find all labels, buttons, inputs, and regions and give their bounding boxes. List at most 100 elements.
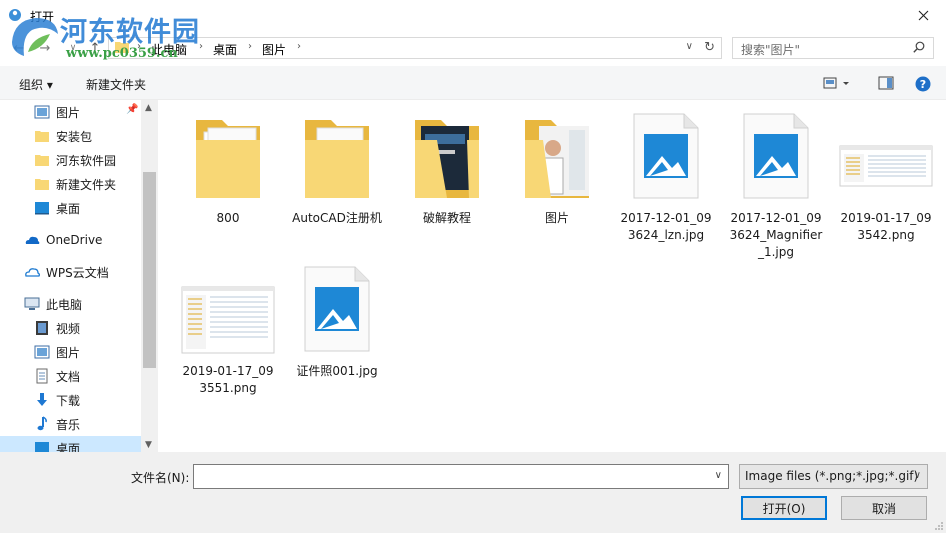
sidebar-item-downloads[interactable]: 下载 xyxy=(0,388,142,412)
this-pc-icon xyxy=(24,296,40,312)
image-file-icon xyxy=(726,110,826,206)
address-bar[interactable]: › 此电脑 › 桌面 › 图片 › ∨ ↻ xyxy=(108,37,722,59)
watermark-logo-icon xyxy=(12,18,58,56)
sidebar-item-music[interactable]: 音乐 xyxy=(0,412,142,436)
sidebar-item-pictures[interactable]: 图片 xyxy=(0,340,142,364)
breadcrumb-separator-icon: › xyxy=(248,41,252,52)
address-dropdown-icon[interactable]: ∨ xyxy=(686,41,693,52)
navigation-pane: 图片 📌 安装包 河东软件园 新建文件夹 桌面 OneDrive WPS云文档 … xyxy=(0,100,158,452)
watermark-url: www.pc0359.cn xyxy=(66,46,178,61)
image-file-icon xyxy=(287,263,387,359)
sidebar-item-desktop-quick[interactable]: 桌面 xyxy=(0,196,142,220)
folder-icon xyxy=(287,110,387,206)
sidebar-item-new-folder[interactable]: 新建文件夹 xyxy=(0,172,142,196)
sidebar-item-label: 图片 xyxy=(56,105,81,120)
file-name: 破解教程 xyxy=(422,211,471,225)
sidebar-item-documents[interactable]: 文档 xyxy=(0,364,142,388)
resize-grip-icon[interactable] xyxy=(934,521,944,531)
file-item[interactable]: 800 xyxy=(178,110,278,227)
sidebar-item-label: 桌面 xyxy=(56,201,81,216)
file-item[interactable]: AutoCAD注册机 xyxy=(287,110,387,227)
sidebar-item-label: 下载 xyxy=(56,393,81,408)
image-file-icon xyxy=(616,110,716,206)
file-item[interactable]: 2019-01-17_093542.png xyxy=(836,110,936,244)
screenshot-thumbnail-icon xyxy=(836,110,936,206)
folder-icon xyxy=(34,176,50,192)
file-name: 证件照001.jpg xyxy=(296,364,378,378)
file-name: AutoCAD注册机 xyxy=(292,211,382,225)
command-toolbar: 组织 ▾ 新建文件夹 ? xyxy=(0,66,946,100)
sidebar-item-this-pc[interactable]: 此电脑 xyxy=(0,292,142,316)
breadcrumb-desktop[interactable]: 桌面 xyxy=(213,41,237,58)
sidebar-item-installer[interactable]: 安装包 xyxy=(0,124,142,148)
refresh-icon[interactable]: ↻ xyxy=(704,40,715,55)
filename-label: 文件名(N): xyxy=(131,471,190,485)
sidebar-item-label: 图片 xyxy=(56,345,81,360)
folder-icon xyxy=(507,110,607,206)
open-button[interactable]: 打开(O) xyxy=(741,496,827,520)
screenshot-thumbnail-icon xyxy=(178,263,278,359)
sidebar-item-label: 桌面 xyxy=(56,441,81,453)
sidebar-item-videos[interactable]: 视频 xyxy=(0,316,142,340)
file-item[interactable]: 2017-12-01_093624_lzn.jpg xyxy=(616,110,716,244)
file-view: 800 AutoCAD注册机 破解教程 图片 2017-12-01_093624… xyxy=(158,100,946,452)
new-folder-button[interactable]: 新建文件夹 xyxy=(86,76,146,93)
breadcrumb-pictures[interactable]: 图片 xyxy=(262,41,286,58)
sidebar-item-desktop[interactable]: 桌面 xyxy=(0,436,142,452)
sidebar-item-hedong[interactable]: 河东软件园 xyxy=(0,148,142,172)
file-name: 800 xyxy=(216,211,240,225)
file-name: 2019-01-17_093542.png xyxy=(840,211,932,242)
videos-icon xyxy=(34,320,50,336)
cancel-button[interactable]: 取消 xyxy=(841,496,927,520)
organize-menu[interactable]: 组织 ▾ xyxy=(19,76,53,93)
folder-icon xyxy=(178,110,278,206)
sidebar-item-label: OneDrive xyxy=(46,233,103,247)
sidebar-item-label: 新建文件夹 xyxy=(56,177,117,192)
folder-icon xyxy=(34,152,50,168)
file-item[interactable]: 2019-01-17_093551.png xyxy=(178,263,278,397)
pictures-icon xyxy=(34,104,50,120)
sidebar-item-label: 视频 xyxy=(56,321,81,336)
scroll-up-icon[interactable]: ▲ xyxy=(145,103,152,113)
chevron-down-icon[interactable]: ∨ xyxy=(715,470,722,481)
sidebar-scrollbar[interactable]: ▲ ▼ xyxy=(141,100,158,452)
filetype-value: Image files (*.png;*.jpg;*.gif) xyxy=(745,469,919,483)
sidebar-item-pictures-quick[interactable]: 图片 📌 xyxy=(0,100,142,124)
search-placeholder: 搜索"图片" xyxy=(741,43,801,57)
close-icon xyxy=(918,10,928,20)
downloads-icon xyxy=(34,392,50,408)
sidebar-item-wps-cloud[interactable]: WPS云文档 xyxy=(0,260,142,284)
file-item[interactable]: 图片 xyxy=(507,110,607,227)
pin-icon[interactable]: 📌 xyxy=(126,104,138,115)
dialog-footer: 文件名(N): ∨ Image files (*.png;*.jpg;*.gif… xyxy=(0,452,946,533)
desktop-icon xyxy=(34,200,50,216)
onedrive-icon xyxy=(24,232,40,248)
close-button[interactable] xyxy=(900,0,946,30)
file-name: 2017-12-01_093624_lzn.jpg xyxy=(620,211,712,242)
pictures-icon xyxy=(34,344,50,360)
help-icon[interactable]: ? xyxy=(915,76,931,95)
sidebar-item-label: 文档 xyxy=(56,369,81,384)
documents-icon xyxy=(34,368,50,384)
filename-input[interactable]: ∨ xyxy=(193,464,729,489)
desktop-icon xyxy=(34,440,50,452)
file-item[interactable]: 证件照001.jpg xyxy=(287,263,387,380)
sidebar-item-onedrive[interactable]: OneDrive xyxy=(0,228,142,252)
file-item[interactable]: 破解教程 xyxy=(397,110,497,227)
wps-cloud-icon xyxy=(24,264,40,280)
folder-icon xyxy=(34,128,50,144)
filetype-select[interactable]: Image files (*.png;*.jpg;*.gif) ∨ xyxy=(739,464,928,489)
file-item[interactable]: 2017-12-01_093624_Magnifier_1.jpg xyxy=(726,110,826,261)
scroll-down-icon[interactable]: ▼ xyxy=(145,440,152,450)
sidebar-item-label: 音乐 xyxy=(56,417,81,432)
view-options-icon[interactable] xyxy=(823,76,849,93)
chevron-down-icon[interactable]: ∨ xyxy=(914,470,921,481)
sidebar-item-label: 安装包 xyxy=(56,129,93,144)
music-icon xyxy=(34,416,50,432)
watermark-site-name: 河东软件园 xyxy=(60,17,200,48)
sidebar-item-label: 此电脑 xyxy=(46,297,83,312)
search-box[interactable]: 搜索"图片" xyxy=(732,37,934,59)
breadcrumb-separator-icon: › xyxy=(297,41,301,52)
preview-pane-icon[interactable] xyxy=(878,76,894,93)
scrollbar-thumb[interactable] xyxy=(143,172,156,368)
